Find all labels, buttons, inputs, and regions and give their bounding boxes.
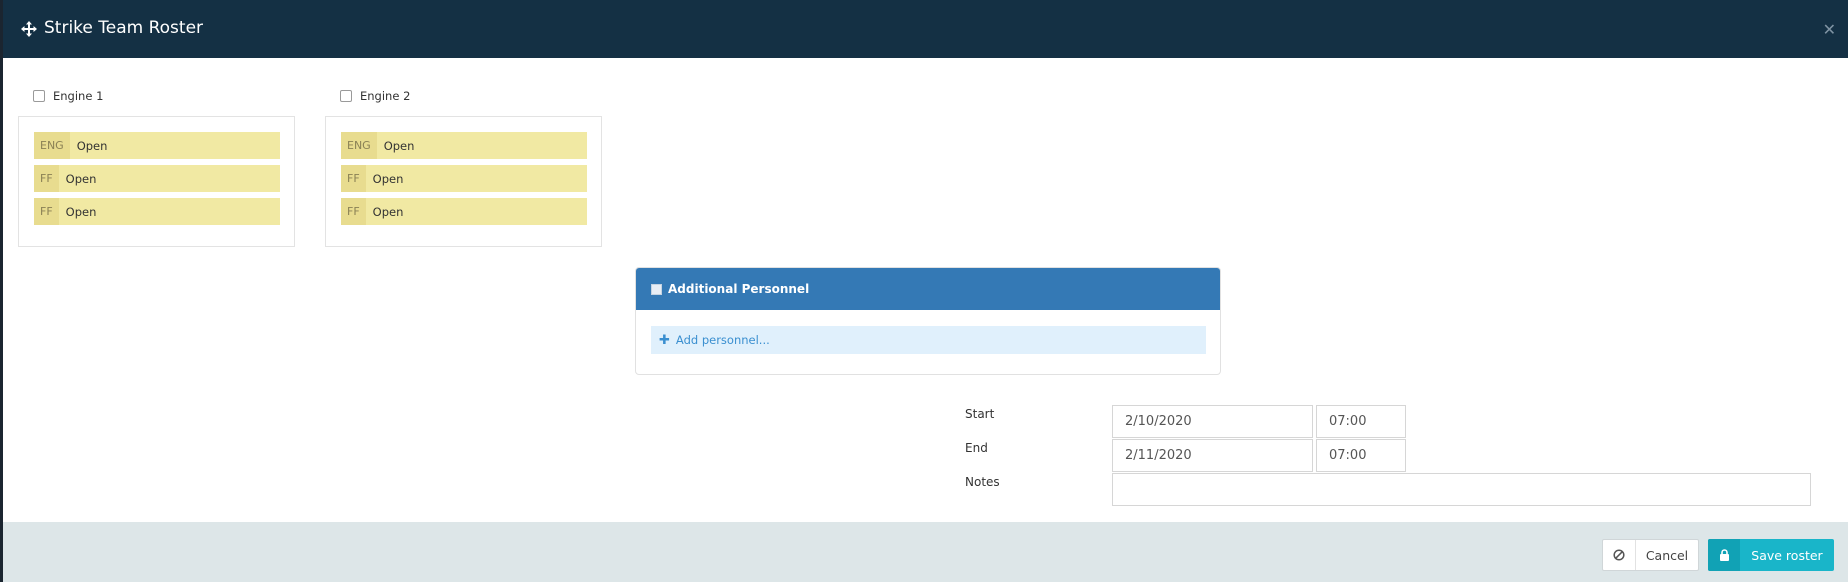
dialog-footer: Cancel Save roster <box>3 522 1848 582</box>
engine-1-label: Engine 1 <box>53 89 104 103</box>
engine-2-slot-ff-1[interactable]: FF Open <box>341 165 587 192</box>
ban-icon <box>1603 540 1636 570</box>
slot-status: Open <box>76 138 108 153</box>
engine-1-slot-ff-1[interactable]: FF Open <box>34 165 280 192</box>
slot-status: Open <box>65 171 97 186</box>
engine-2-slot-ff-2[interactable]: FF Open <box>341 198 587 225</box>
slot-role: FF <box>34 198 59 225</box>
strike-team-roster-dialog: Strike Team Roster ✕ Engine 1 ENG Open F… <box>3 0 1848 582</box>
slot-role: FF <box>34 165 59 192</box>
plus-icon: ✚ <box>659 332 670 348</box>
additional-personnel-panel: Additional Personnel ✚ Add personnel... <box>635 267 1221 375</box>
slot-role: FF <box>341 165 366 192</box>
save-roster-label: Save roster <box>1751 547 1823 563</box>
notes-input[interactable] <box>1112 473 1811 506</box>
additional-personnel-title: Additional Personnel <box>668 282 810 296</box>
engine-1-card: ENG Open FF Open FF Open <box>18 116 295 247</box>
slot-status: Open <box>372 171 404 186</box>
engine-1-slot-eng[interactable]: ENG Open <box>34 132 280 159</box>
crosshair-move-icon <box>21 21 37 37</box>
lock-icon <box>1708 539 1740 571</box>
slot-status: Open <box>65 204 97 219</box>
add-personnel-label: Add personnel... <box>675 333 770 347</box>
save-roster-button[interactable]: Save roster <box>1708 539 1834 571</box>
close-icon[interactable]: ✕ <box>1823 20 1836 39</box>
end-date-input[interactable]: 2/11/2020 <box>1112 439 1313 472</box>
additional-personnel-checkbox[interactable] <box>651 283 662 295</box>
engine-2-label: Engine 2 <box>360 89 411 103</box>
end-label: End <box>965 441 988 455</box>
engine-1-checkbox-row[interactable]: Engine 1 <box>33 89 103 103</box>
engine-2-card: ENG Open FF Open FF Open <box>325 116 602 247</box>
slot-role: ENG <box>34 132 70 159</box>
dialog-title: Strike Team Roster <box>44 18 204 38</box>
engine-2-checkbox-row[interactable]: Engine 2 <box>340 89 410 103</box>
end-time-input[interactable]: 07:00 <box>1316 439 1406 472</box>
cancel-button[interactable]: Cancel <box>1602 539 1699 571</box>
slot-role: ENG <box>341 132 377 159</box>
start-time-input[interactable]: 07:00 <box>1316 405 1406 438</box>
start-date-input[interactable]: 2/10/2020 <box>1112 405 1313 438</box>
engine-2-slot-eng[interactable]: ENG Open <box>341 132 587 159</box>
engine-1-slot-ff-2[interactable]: FF Open <box>34 198 280 225</box>
engine-1-checkbox[interactable] <box>33 90 45 102</box>
slot-status: Open <box>372 204 404 219</box>
slot-status: Open <box>383 138 415 153</box>
notes-label: Notes <box>965 475 1000 489</box>
cancel-label: Cancel <box>1645 547 1689 563</box>
slot-role: FF <box>341 198 366 225</box>
dialog-header: Strike Team Roster ✕ <box>3 0 1848 58</box>
add-personnel-button[interactable]: ✚ Add personnel... <box>651 326 1206 354</box>
start-label: Start <box>965 407 995 421</box>
engine-2-checkbox[interactable] <box>340 90 352 102</box>
additional-personnel-header: Additional Personnel <box>636 268 1220 310</box>
